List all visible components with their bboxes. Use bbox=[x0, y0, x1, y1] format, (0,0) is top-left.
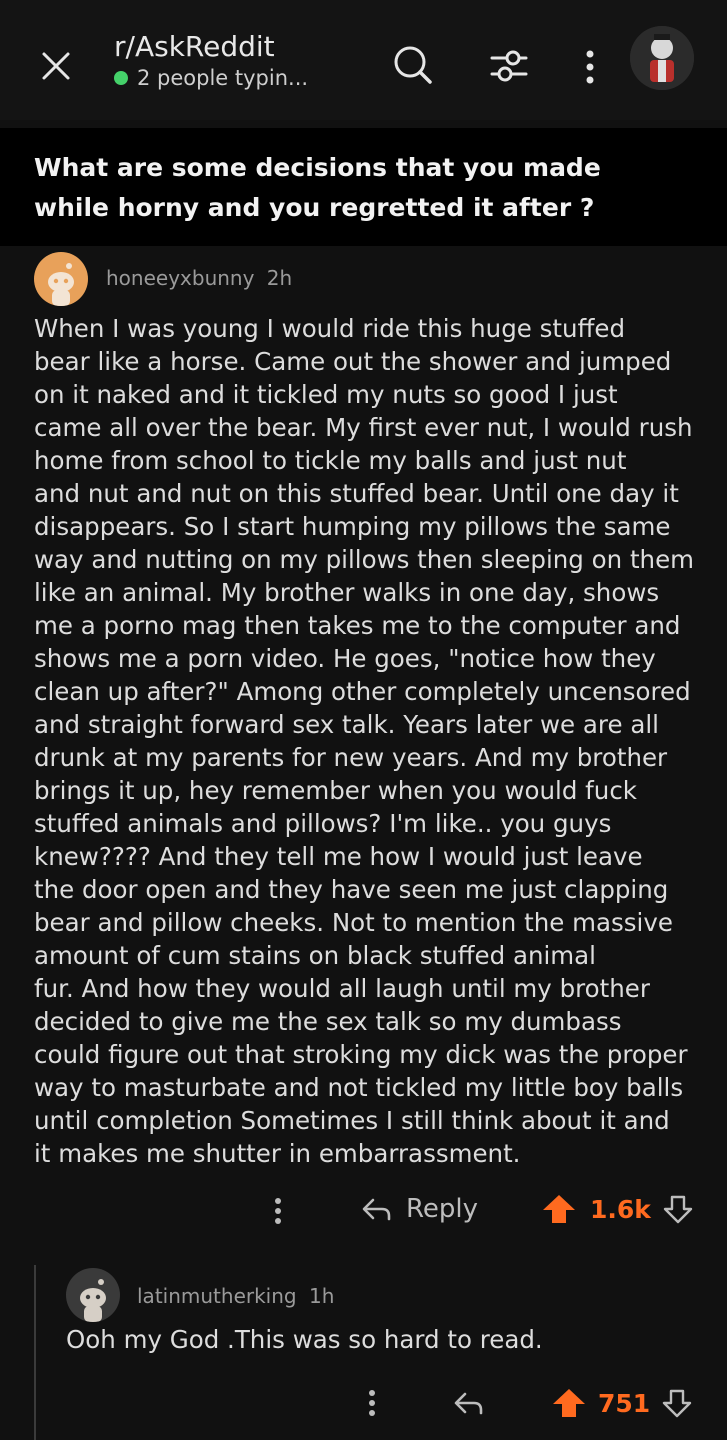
vote-controls: 1.6k bbox=[542, 1194, 693, 1224]
comment-more-button[interactable] bbox=[268, 1195, 288, 1227]
reply-arrow-icon bbox=[360, 1194, 392, 1224]
more-options-button[interactable] bbox=[572, 44, 608, 90]
close-icon bbox=[36, 46, 76, 86]
subreddit-name[interactable]: r/AskReddit bbox=[114, 30, 275, 63]
reply-age: 1h bbox=[308, 1284, 335, 1308]
comment-author[interactable]: honeeyxbunny bbox=[106, 266, 254, 290]
reply-avatar[interactable] bbox=[66, 1268, 120, 1322]
reply-button[interactable]: Reply bbox=[360, 1194, 478, 1224]
more-vertical-icon bbox=[572, 44, 608, 90]
more-vertical-icon bbox=[268, 1195, 288, 1227]
reply-vote-count: 751 bbox=[598, 1388, 651, 1418]
reply-author[interactable]: latinmutherking bbox=[137, 1284, 297, 1308]
reply-vote-controls: 751 bbox=[552, 1388, 692, 1418]
reply-author-line: latinmutherking 1h bbox=[137, 1284, 334, 1308]
reply-label: Reply bbox=[406, 1194, 479, 1224]
comment-author-line: honeeyxbunny 2h bbox=[106, 266, 292, 290]
reply-body: Ooh my God .This was so hard to read. bbox=[66, 1325, 543, 1354]
upvote-arrow-icon[interactable] bbox=[542, 1194, 576, 1224]
user-avatar[interactable] bbox=[630, 26, 694, 90]
top-bar bbox=[0, 0, 727, 120]
post-title[interactable]: What are some decisions that you made wh… bbox=[34, 148, 674, 228]
reply-reply-button[interactable] bbox=[452, 1388, 484, 1418]
typing-status: 2 people typin... bbox=[114, 66, 308, 90]
more-vertical-icon bbox=[362, 1387, 382, 1419]
comment-age: 2h bbox=[266, 266, 293, 290]
vote-count: 1.6k bbox=[590, 1194, 651, 1224]
downvote-arrow-icon[interactable] bbox=[663, 1194, 693, 1224]
search-icon bbox=[390, 42, 436, 88]
filter-button[interactable] bbox=[486, 44, 532, 90]
filter-icon bbox=[486, 44, 532, 90]
thread-line bbox=[34, 1265, 36, 1440]
online-dot-icon bbox=[114, 71, 128, 85]
typing-status-text: 2 people typin... bbox=[137, 66, 309, 90]
upvote-arrow-icon[interactable] bbox=[552, 1388, 586, 1418]
reply-arrow-icon bbox=[452, 1388, 484, 1418]
comment-avatar[interactable] bbox=[34, 252, 88, 306]
close-button[interactable] bbox=[36, 46, 76, 86]
search-button[interactable] bbox=[390, 42, 436, 88]
downvote-arrow-icon[interactable] bbox=[662, 1388, 692, 1418]
reply-more-button[interactable] bbox=[362, 1387, 382, 1419]
comment-body: When I was young I would ride this huge … bbox=[34, 314, 695, 1168]
